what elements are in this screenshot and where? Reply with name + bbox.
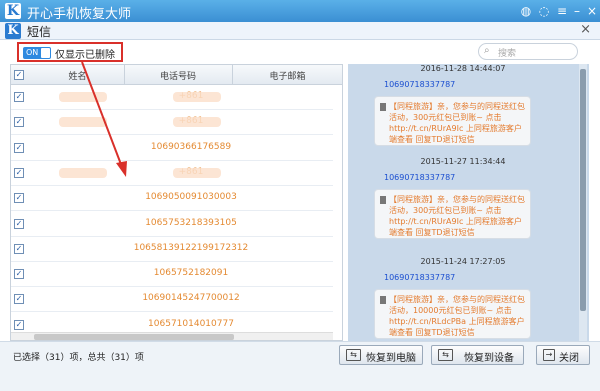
message-sender: 10690718337787 [384,173,456,182]
trash-icon [380,103,386,111]
message-bubble[interactable]: 【同程旅游】亲，您参与的同程送红包活动，300元红包已到账~ 点击http://… [374,96,531,146]
message-text: 【同程旅游】亲，您参与的同程送红包活动，300元红包已到账~ 点击http://… [389,195,525,237]
table-row[interactable]: ✓ 10690145247700012 [11,287,333,313]
row-checkbox[interactable]: ✓ [14,92,24,102]
message-timestamp: 2015-11-27 11:34:44 [420,157,506,166]
toggle-state-label: ON [26,48,39,57]
panel-title: 短信 [27,25,52,39]
table-row[interactable]: ✓ 1065813912219917231​2 [11,237,333,262]
restore-to-device-button[interactable]: ⇆ 恢复到设备 [431,345,524,365]
restore-to-computer-button[interactable]: ⇆ 恢复到电脑 [339,345,423,365]
redacted-name [59,167,107,178]
row-checkbox[interactable]: ✓ [14,218,24,229]
app-logo-icon: K [5,3,21,19]
column-header-email[interactable]: 电子邮箱 [232,69,342,82]
table-row[interactable]: ✓ 10690366176589 [11,136,333,161]
row-phone-number: 10690366176589 [150,141,232,152]
redacted-name [59,92,107,102]
minimize-icon[interactable]: – [569,3,585,19]
row-checkbox[interactable]: ✓ [14,294,24,305]
title-bar: K 开心手机恢复大师 ◍ ◌ ≡ – × [0,0,600,22]
deleted-only-toggle[interactable]: ON [23,47,51,59]
row-phone-number: 1065753218393105 [145,217,237,228]
search-placeholder: 搜索 [498,49,517,59]
row-phone-number: 106571014010777 [148,318,234,329]
select-all-checkbox[interactable]: ✓ [14,70,24,80]
row-checkbox[interactable]: ✓ [14,243,24,254]
message-timestamp: 2016-11-28 14:44:07 [420,64,506,73]
list-horizontal-scrollbar[interactable] [11,332,333,340]
row-checkbox[interactable]: ✓ [14,142,24,153]
row-checkbox[interactable]: ✓ [14,193,24,204]
redacted-phone-digits [173,92,221,102]
table-row[interactable]: ✓+861 [11,85,333,110]
restore-to-device-label: 恢复到设备 [464,353,514,364]
panel-header: K 短信 × [0,22,600,40]
close-button-label: 关闭 [559,353,579,364]
chat-icon[interactable]: ◌ [536,3,552,19]
table-row[interactable]: ✓ 1065752182091 [11,262,333,288]
table-row[interactable]: ✓+861 [11,161,333,186]
row-phone-number: 1065752182091 [153,268,229,279]
device-icon: ⇆ [438,349,453,361]
wechat-icon[interactable]: ◍ [518,3,534,19]
list-header: ✓ 姓名 电话号码 电子邮箱 [11,65,342,85]
message-sender: 10690718337787 [384,80,456,89]
close-button[interactable]: → 关闭 [536,345,590,365]
close-icon[interactable]: × [584,3,600,19]
table-row[interactable]: ✓ 1065753218393105 [11,212,333,237]
toggle-knob [41,48,50,58]
message-text: 【同程旅游】亲，您参与的同程送红包活动，10000元红包已到账~ 点击http:… [389,295,525,337]
selection-status: 已选择（31）项，总共（31）项 [13,353,144,363]
footer: 已选择（31）项，总共（31）项 ⇆ 恢复到电脑 ⇆ 恢复到设备 → 关闭 [0,341,600,391]
message-detail-pane: 2016-11-28 14:44:07 10690718337787 【同程旅游】亲… [348,64,589,341]
row-checkbox[interactable]: ✓ [14,319,24,330]
message-contact-list: ✓ 姓名 电话号码 电子邮箱 ✓+861✓+861✓10690366176589… [10,64,343,341]
trash-icon [380,196,386,204]
redacted-phone-digits [173,117,221,128]
redacted-name [59,117,107,128]
exit-icon: → [543,349,555,361]
message-sender: 10690718337787 [384,273,456,282]
message-timestamp: 2015-11-24 17:27:05 [420,257,506,266]
toolbar: ON 仅显示已删除 ⌕ 搜索 [0,40,600,64]
message-scrollbar[interactable] [579,64,587,341]
restore-to-computer-label: 恢复到电脑 [366,353,416,364]
message-bubble[interactable]: 【同程旅游】亲，您参与的同程送红包活动，10000元红包已到账~ 点击http:… [374,289,531,339]
panel-logo-icon: K [5,23,21,39]
table-row[interactable]: ✓+861 [11,110,333,136]
app-title: 开心手机恢复大师 [27,7,132,22]
column-header-phone[interactable]: 电话号码 [124,69,232,82]
menu-icon[interactable]: ≡ [554,3,570,19]
row-checkbox[interactable]: ✓ [14,269,24,280]
message-text: 【同程旅游】亲，您参与的同程送红包活动，300元红包已到账~ 点击http://… [389,102,525,144]
column-header-name[interactable]: 姓名 [31,69,124,82]
row-phone-number: 1069050091030003 [145,192,237,203]
row-checkbox[interactable]: ✓ [14,167,24,178]
row-checkbox[interactable]: ✓ [14,117,24,128]
search-input[interactable]: ⌕ 搜索 [478,43,578,60]
row-phone-number: 10690145247700012 [142,293,240,304]
trash-icon [380,296,386,304]
message-bubble[interactable]: 【同程旅游】亲，您参与的同程送红包活动，300元红包已到账~ 点击http://… [374,189,531,239]
panel-close-button[interactable]: × [580,22,591,37]
row-phone-number: 1065813912219917231​2 [133,242,249,253]
computer-icon: ⇆ [346,349,361,361]
list-horizontal-scroll-thumb[interactable] [34,334,234,340]
table-row[interactable]: ✓ 1069050091030003 [11,186,333,212]
search-icon: ⌕ [484,45,490,56]
deleted-only-label: 仅显示已删除 [55,50,115,61]
deleted-only-filter: ON 仅显示已删除 [17,42,123,62]
redacted-phone-digits [173,167,221,178]
message-scroll-thumb[interactable] [580,69,586,311]
